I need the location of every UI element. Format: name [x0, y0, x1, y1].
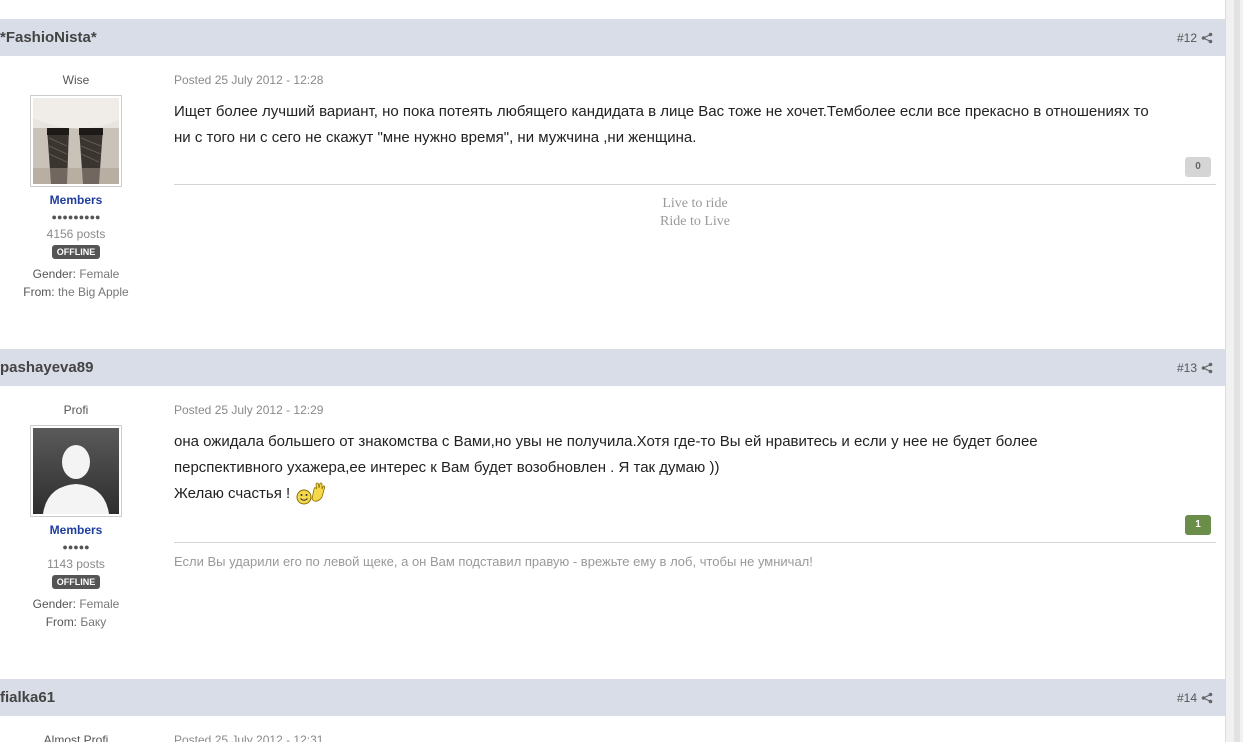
member-group-link[interactable]: Members [0, 523, 152, 537]
gender-info: Gender: Female [0, 267, 152, 281]
default-avatar-icon[interactable] [33, 428, 119, 514]
post-number[interactable]: #12 [1177, 31, 1197, 45]
content-line: ни с того ни с сего не скажут "мне нужно… [174, 129, 697, 146]
from-value: Баку [80, 615, 107, 629]
share-icon[interactable] [1201, 362, 1213, 374]
post-count: 1143 posts [47, 557, 105, 571]
gender-label: Gender: [32, 267, 76, 281]
post-permalink[interactable]: #14 [1177, 691, 1213, 705]
member-rank: Almost Profi [43, 733, 109, 742]
post-body: Posted 25 July 2012 - 12:31 [174, 733, 1216, 742]
reputation-badge[interactable]: 1 [1185, 515, 1211, 535]
waving-smiley-icon [296, 482, 326, 505]
signature: Live to ride Ride to Live [174, 195, 1216, 231]
post-number[interactable]: #13 [1177, 361, 1197, 375]
gender-value: Female [79, 267, 120, 281]
rank-pips: ●●●●●●●●● [51, 212, 101, 222]
post-header: fialka61 #14 [0, 679, 1225, 716]
author-name-link[interactable]: fialka61 [0, 689, 55, 706]
status-badge: OFFLINE [51, 245, 101, 259]
scrollbar-thumb[interactable] [1234, 0, 1240, 742]
post-count: 4156 posts [46, 227, 106, 241]
avatar[interactable] [30, 425, 122, 517]
post-body: Posted 25 July 2012 - 12:28 Ищет более л… [174, 73, 1216, 229]
author-profile: Almost Profi [0, 733, 152, 742]
post-date[interactable]: Posted 25 July 2012 - 12:28 [174, 73, 1216, 87]
gender-info: Gender: Female [0, 597, 152, 611]
content-line: Желаю счастья ! [174, 485, 291, 502]
forum-page: *FashioNista* #12 Wise Members ●●●●●●●●●… [0, 0, 1225, 742]
from-label: From: [45, 615, 78, 629]
signature-line: Ride to Live [660, 214, 730, 229]
post-permalink[interactable]: #13 [1177, 361, 1213, 375]
rank-pips: ●●●●● [62, 542, 90, 552]
content-line-with-smiley: Желаю счастья ! [174, 481, 1216, 507]
author-profile: Wise Members ●●●●●●●●● 4156 posts OFFLIN… [0, 73, 152, 299]
signature-divider [174, 184, 1216, 185]
gender-value: Female [79, 597, 120, 611]
post-date[interactable]: Posted 25 July 2012 - 12:29 [174, 403, 1216, 417]
avatar[interactable] [30, 95, 122, 187]
vertical-scrollbar[interactable] [1225, 0, 1243, 742]
signature: Если Вы ударили его по левой щеке, а он … [174, 554, 813, 569]
post-date[interactable]: Posted 25 July 2012 - 12:31 [174, 733, 1216, 742]
from-value: the Big Apple [57, 285, 129, 299]
gender-label: Gender: [32, 597, 76, 611]
post-header: pashayeva89 #13 [0, 349, 1225, 386]
author-name-link[interactable]: pashayeva89 [0, 359, 93, 376]
author-name-link[interactable]: *FashioNista* [0, 29, 97, 46]
reputation-badge[interactable]: 0 [1185, 157, 1211, 177]
share-icon[interactable] [1201, 692, 1213, 704]
author-profile: Profi Members ●●●●● 1143 posts OFFLINE G… [0, 403, 152, 629]
content-line: Ищет более лучший вариант, но пока потея… [174, 103, 1149, 120]
post-header: *FashioNista* #12 [0, 19, 1225, 56]
signature-divider [174, 542, 1216, 543]
member-rank: Wise [62, 73, 90, 87]
post-content: Ищет более лучший вариант, но пока потея… [174, 99, 1216, 151]
location-info: From: Баку [0, 615, 152, 629]
signature-line: Live to ride [662, 196, 728, 211]
location-info: From: the Big Apple [0, 285, 152, 299]
post-body: Posted 25 July 2012 - 12:29 она ожидала … [174, 403, 1216, 569]
from-label: From: [23, 285, 55, 299]
share-icon[interactable] [1201, 32, 1213, 44]
post-content: она ожидала большего от знакомства с Вам… [174, 429, 1216, 507]
avatar-photo[interactable] [33, 98, 119, 184]
content-line: перспективного ухажера,ее интерес к Вам … [174, 459, 720, 476]
status-badge: OFFLINE [51, 575, 101, 589]
member-group-link[interactable]: Members [0, 193, 152, 207]
post-permalink[interactable]: #12 [1177, 31, 1213, 45]
post-number[interactable]: #14 [1177, 691, 1197, 705]
content-line: она ожидала большего от знакомства с Вам… [174, 433, 1038, 450]
member-rank: Profi [63, 403, 89, 417]
